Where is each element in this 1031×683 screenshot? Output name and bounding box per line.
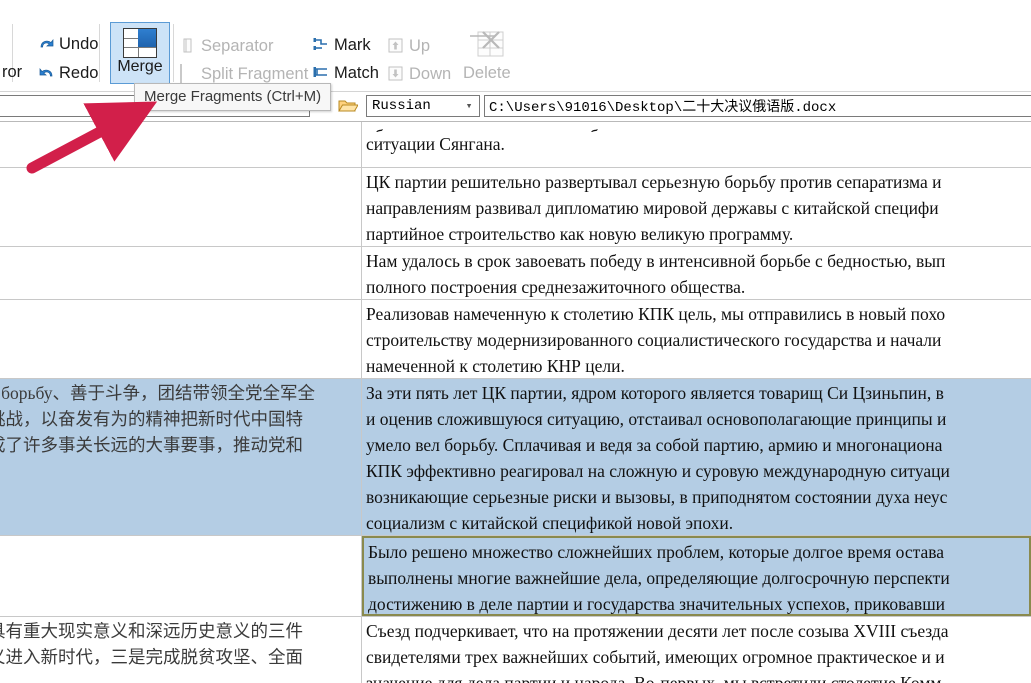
table-row-selected[interactable]: у борьбу、善于斗争，团结带领全党全军全 挑战，以奋发有为的精神把新时代中… <box>0 379 1031 536</box>
redo-label: Redo <box>59 64 99 83</box>
merge-tooltip: Merge Fragments (Ctrl+M) <box>134 83 332 111</box>
source-cell[interactable] <box>0 536 362 616</box>
source-line: 成了许多事关长远的大事要事，推动党和 <box>0 435 303 455</box>
table-row[interactable]: ЦК партии решительно развертывал серьезн… <box>0 168 1031 247</box>
undo-icon <box>38 36 55 53</box>
separator-button[interactable]: Separator <box>180 38 273 55</box>
target-line: Было решено множество сложнейших проблем… <box>368 542 945 562</box>
source-cell[interactable] <box>0 247 362 299</box>
target-line: Реализовав намеченную к столетию КПК цел… <box>366 304 946 324</box>
target-line: ситуации Сянгана. <box>366 134 505 154</box>
move-up-label: Up <box>409 37 431 56</box>
target-line: социализм с китайской спецификой новой э… <box>366 513 734 533</box>
move-down-label: Down <box>409 65 452 84</box>
undo-button[interactable]: Undo <box>38 36 98 53</box>
separator-label: Separator <box>201 37 274 56</box>
match-label: Match <box>334 64 379 83</box>
toolbar-divider <box>173 24 174 82</box>
target-cell[interactable]: Съезд подчеркивает, что на протяжении де… <box>362 617 1031 683</box>
error-button-clipped[interactable]: ror <box>2 64 22 81</box>
split-fragment-button[interactable]: Split Fragment <box>180 64 309 84</box>
arrow-down-icon <box>388 66 405 83</box>
separator-icon <box>180 38 197 55</box>
source-line: 具有重大现实意义和深远历史意义的三件 <box>0 621 303 641</box>
target-line: умело вел борьбу. Сплачивая и ведя за со… <box>366 435 943 455</box>
target-line: КПК эффективно реагировал на сложную и с… <box>366 461 950 481</box>
toolbar-divider <box>99 24 100 82</box>
source-line: у борьбу、善于斗争，团结带领全党全军全 <box>0 383 315 403</box>
open-file-button[interactable] <box>337 96 359 116</box>
target-line: Съезд подчеркивает, что на протяжении де… <box>366 621 949 641</box>
target-line: строительству модернизированного социали… <box>366 330 942 350</box>
target-line: достижению в деле партии и государства з… <box>368 594 946 614</box>
source-cell[interactable] <box>0 122 362 167</box>
folder-icon <box>338 100 358 112</box>
target-cell[interactable]: ЦК партии решительно развертывал серьезн… <box>362 168 1031 246</box>
table-row-focused[interactable]: Было решено множество сложнейших проблем… <box>0 536 1031 617</box>
merge-icon <box>123 28 157 58</box>
target-cell[interactable]: Нам удалось в срок завоевать победу в ин… <box>362 247 1031 299</box>
split-fragment-label: Split Fragment <box>201 65 309 84</box>
target-cell[interactable]: Было решено множество сложнейших проблем… <box>362 536 1031 616</box>
target-line: партийное строительство как новую велику… <box>366 224 794 244</box>
redo-icon <box>38 65 55 82</box>
target-line: свидетелями трех важнейших событий, имею… <box>366 647 945 667</box>
error-button-label: ror <box>2 63 23 81</box>
target-line: значение для дела партии и народа. Во-пе… <box>366 673 942 683</box>
alignment-grid[interactable]: обороны и вооруженных сил, боевые на осу… <box>0 122 1031 683</box>
target-line: и оценив сложившуюся ситуацию, отстаивал… <box>366 409 947 429</box>
target-line: направлениям развивал дипломатию мировой… <box>366 198 939 218</box>
language-combo[interactable]: Russian ▾ <box>366 95 480 117</box>
mark-label: Mark <box>334 36 371 55</box>
target-line: намеченной к столетию КНР цели. <box>366 356 625 376</box>
match-button[interactable]: Match <box>313 65 379 82</box>
arrow-up-icon <box>388 38 405 55</box>
target-line: За эти пять лет ЦК партии, ядром которог… <box>366 383 944 403</box>
merge-button-label: Merge <box>117 58 163 75</box>
target-line: выполнены многие важнейшие дела, определ… <box>368 568 950 588</box>
undo-label: Undo <box>59 35 99 54</box>
target-line: возникающие серьезные риски и вызовы, в … <box>366 487 948 507</box>
split-fragment-icon <box>180 64 197 83</box>
table-row[interactable]: 具有重大现实意义和深远历史意义的三件 义进入新时代，三是完成脱贫攻坚、全面 Съ… <box>0 617 1031 683</box>
source-line: 义进入新时代，三是完成脱贫攻坚、全面 <box>0 647 303 667</box>
source-cell[interactable] <box>0 168 362 246</box>
source-cell[interactable] <box>0 300 362 378</box>
ribbon-toolbar: ror Undo Redo Merge Separator Split Frag… <box>0 0 1031 111</box>
chevron-down-icon[interactable]: ▾ <box>459 99 479 113</box>
move-up-button[interactable]: Up <box>388 38 430 55</box>
application-window: ror Undo Redo Merge Separator Split Frag… <box>0 0 1031 683</box>
target-cell[interactable]: За эти пять лет ЦК партии, ядром которог… <box>362 379 1031 535</box>
target-line: полного построения среднезажиточного общ… <box>366 277 746 297</box>
delete-button[interactable]: Delete <box>463 30 511 82</box>
delete-row-icon <box>469 30 505 64</box>
merge-fragments-button[interactable]: Merge <box>110 22 170 84</box>
delete-label: Delete <box>463 64 511 82</box>
table-row[interactable]: Нам удалось в срок завоевать победу в ин… <box>0 247 1031 300</box>
file-path-field[interactable]: C:\Users\91016\Desktop\二十大决议俄语版.docx <box>484 95 1031 117</box>
source-line: 挑战，以奋发有为的精神把新时代中国特 <box>0 409 303 429</box>
move-down-button[interactable]: Down <box>388 66 451 83</box>
target-line: Нам удалось в срок завоевать победу в ин… <box>366 251 946 271</box>
mark-button[interactable]: Mark <box>313 37 371 54</box>
target-line: ЦК партии решительно развертывал серьезн… <box>366 172 942 192</box>
redo-button[interactable]: Redo <box>38 65 98 82</box>
table-row[interactable]: Реализовав намеченную к столетию КПК цел… <box>0 300 1031 379</box>
target-cell[interactable]: Реализовав намеченную к столетию КПК цел… <box>362 300 1031 378</box>
language-value: Russian <box>372 98 431 114</box>
source-cell[interactable]: 具有重大现实意义和深远历史意义的三件 义进入新时代，三是完成脱贫攻坚、全面 <box>0 617 362 683</box>
target-cell[interactable]: обороны и вооруженных сил, боевые на осу… <box>362 122 1031 167</box>
source-cell[interactable]: у борьбу、善于斗争，团结带领全党全军全 挑战，以奋发有为的精神把新时代中… <box>0 379 362 535</box>
table-row[interactable]: обороны и вооруженных сил, боевые на осу… <box>0 122 1031 168</box>
mark-icon <box>313 37 330 54</box>
match-icon <box>313 65 330 82</box>
